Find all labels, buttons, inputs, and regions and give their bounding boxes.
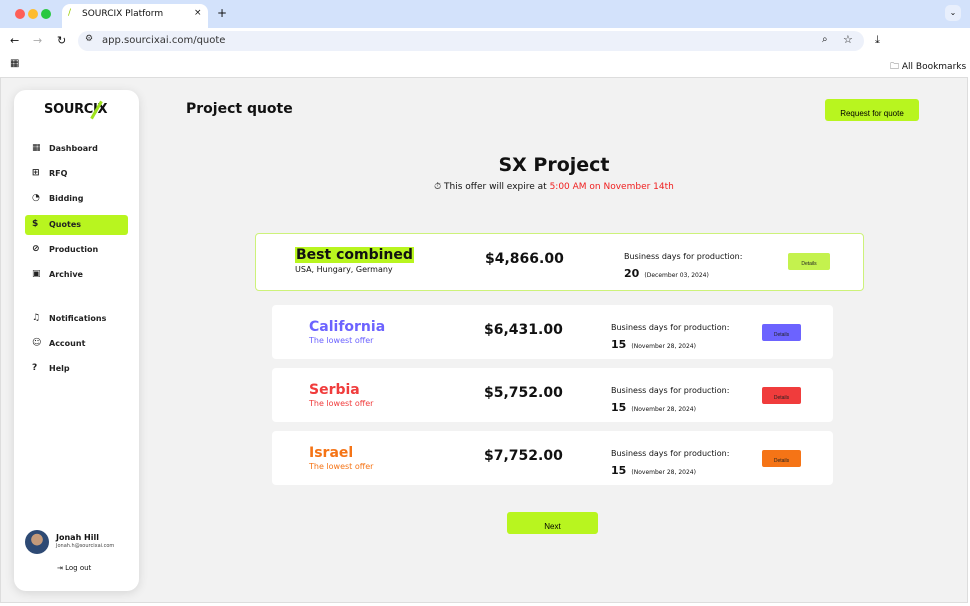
offer-expiry: ⏱ This offer will expire at 5:00 AM on N… [0,182,970,192]
archive-icon: ▣ [32,269,41,279]
sidebar-item-label: Quotes [49,220,82,229]
quote-subtitle: The lowest offer [309,336,374,345]
days-label: Business days for production: [611,386,730,395]
quote-card: Israel The lowest offer $7,752.00 Busine… [272,431,833,485]
zoom-icon[interactable]: ⌕ [822,34,828,45]
days-label: Business days for production: [611,449,730,458]
all-bookmarks[interactable]: 🗀 All Bookmarks [890,59,966,75]
next-button[interactable]: Next [507,512,598,534]
best-price: $4,866.00 [485,251,564,267]
days-label: Business days for production: [624,252,743,261]
site-settings-icon[interactable]: ⚙ [85,34,93,44]
quote-price: $5,752.00 [484,385,563,401]
maximize-window-button[interactable] [41,9,51,19]
sidebar-item-label: Production [49,245,99,254]
quote-location: Israel [309,445,354,461]
tab-menu-button[interactable]: ⌄ [945,5,961,21]
days-value: 15 [611,464,627,477]
browser-tab[interactable]: / SOURCIX Platform × [62,4,208,28]
quote-price: $6,431.00 [484,322,563,338]
apps-icon[interactable]: ▦ [10,58,19,69]
grid-icon: ▦ [32,143,41,153]
details-button[interactable]: Details [762,450,801,467]
sidebar-item-label: Dashboard [49,144,98,153]
back-button[interactable]: ← [10,34,19,47]
close-tab-icon[interactable]: × [194,8,202,18]
avatar [25,530,49,554]
request-quote-button[interactable]: Request for quote [825,99,919,121]
logout-label: Log out [65,564,92,572]
sidebar-item-production[interactable]: ⊘ Production [25,240,128,260]
sidebar-item-label: Archive [49,270,83,279]
user-name: Jonah Hill [56,533,99,542]
details-button[interactable]: Details [762,324,801,341]
sidebar-item-help[interactable]: ? Help [25,359,128,379]
days-value: 20 [624,267,640,280]
sidebar-item-bidding[interactable]: ◔ Bidding [25,189,128,209]
sidebar-item-label: Account [49,339,86,348]
details-button[interactable]: Details [788,253,830,270]
logout-icon: ⇥ [57,564,66,572]
user-icon: ☺ [32,338,42,348]
forward-button[interactable]: → [33,34,42,47]
best-name: Best combined [295,247,414,263]
address-bar[interactable]: ⚙ app.sourcixai.com/quote [78,31,864,51]
offer-prefix: This offer will expire at [444,182,547,192]
reload-button[interactable]: ↻ [57,34,66,47]
minimize-window-button[interactable] [28,9,38,19]
details-button[interactable]: Details [762,387,801,404]
delivery-date: (November 28, 2024) [631,343,696,350]
logout-button[interactable]: ⇥ Log out [57,564,91,572]
quote-price: $7,752.00 [484,448,563,464]
wrench-icon: ⊘ [32,244,40,254]
folder-icon: 🗀 [890,62,902,72]
sidebar-item-label: Bidding [49,194,84,203]
close-window-button[interactable] [15,9,25,19]
quote-location: California [309,319,386,335]
sidebar-item-quotes[interactable]: $ Quotes [25,215,128,235]
days-value: 15 [611,338,627,351]
days-value: 15 [611,401,627,414]
quote-card: Serbia The lowest offer $5,752.00 Busine… [272,368,833,422]
delivery-date: (November 28, 2024) [631,469,696,476]
timer-icon: ⏱ [434,182,445,192]
sidebar-item-label: Help [49,364,70,373]
quote-subtitle: The lowest offer [309,399,374,408]
new-tab-button[interactable]: + [217,6,227,20]
tab-title: SOURCIX Platform [82,9,164,19]
sidebar-item-account[interactable]: ☺ Account [25,334,128,354]
delivery-date: (November 28, 2024) [631,406,696,413]
clock-icon: ◔ [32,193,40,203]
days-label: Business days for production: [611,323,730,332]
project-name: SX Project [498,154,610,176]
best-combined-card: Best combined USA, Hungary, Germany $4,8… [255,233,864,291]
bookmark-star-icon[interactable]: ☆ [843,33,853,46]
sidebar-item-label: Notifications [49,314,107,323]
quote-location: Serbia [309,382,360,398]
dollar-file-icon: $ [32,219,39,229]
help-icon: ? [32,363,38,373]
page-title: Project quote [186,101,293,117]
bookmarks-bar: ▦ 🗀 All Bookmarks [0,54,970,76]
bell-icon: ♫ [32,313,41,323]
quote-card: California The lowest offer $6,431.00 Bu… [272,305,833,359]
sidebar-item-archive[interactable]: ▣ Archive [25,265,128,285]
sidebar-item-notifications[interactable]: ♫ Notifications [25,309,128,329]
offer-time: 5:00 AM on November 14th [549,182,674,192]
best-countries: USA, Hungary, Germany [295,265,393,274]
download-icon[interactable]: ⤓ [875,33,880,47]
favicon-icon: / [68,8,72,18]
delivery-date: (December 03, 2024) [644,272,709,279]
url-text: app.sourcixai.com/quote [102,35,226,46]
quote-subtitle: The lowest offer [309,462,374,471]
user-email: Jonah.h@sourcixai.com [56,543,115,549]
bookmarks-label: All Bookmarks [901,62,967,72]
